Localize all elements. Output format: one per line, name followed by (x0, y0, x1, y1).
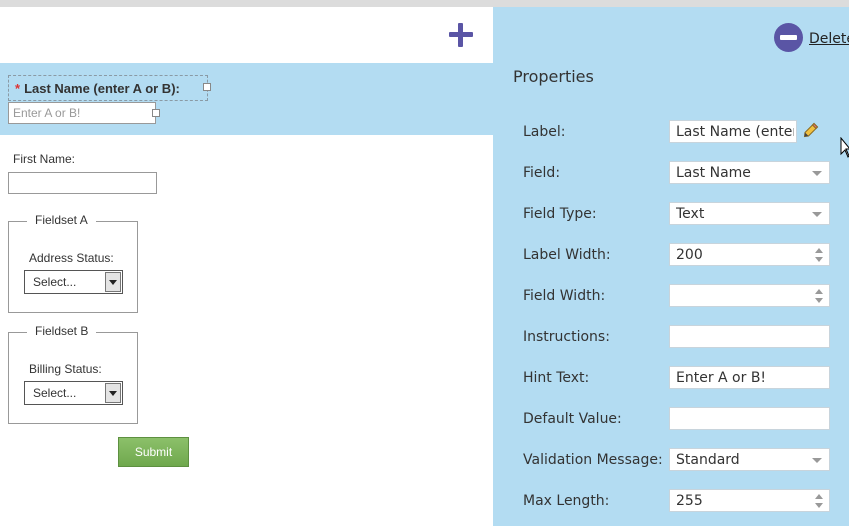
spin-down-icon[interactable] (815, 257, 823, 262)
prop-label: Field Width: (523, 288, 606, 304)
selected-field-row[interactable]: * Last Name (enter A or B): (0, 63, 493, 135)
panel-title: Properties (513, 67, 594, 86)
prop-row-field: Field: Last Name (493, 161, 849, 185)
delete-link[interactable]: Delete (809, 31, 849, 47)
spin-up-icon[interactable] (815, 289, 823, 294)
chevron-down-icon[interactable] (812, 212, 822, 217)
address-status-value: Select... (33, 275, 77, 289)
address-status-label: Address Status: (29, 251, 114, 265)
max-length-spinner[interactable]: 255 (669, 489, 830, 512)
mouse-cursor-icon (840, 137, 849, 158)
last-name-label-text: Last Name (enter A or B): (24, 81, 180, 96)
prop-row-instructions: Instructions: (493, 325, 849, 349)
field-select[interactable]: Last Name (669, 161, 830, 184)
chevron-down-icon[interactable] (812, 458, 822, 463)
last-name-label: * Last Name (enter A or B): (15, 81, 180, 96)
field-width-spinner[interactable] (669, 284, 830, 307)
resize-handle[interactable] (203, 83, 211, 91)
prop-label: Instructions: (523, 329, 610, 345)
billing-status-value: Select... (33, 386, 77, 400)
default-value-input[interactable] (669, 407, 830, 430)
validation-message-select[interactable]: Standard (669, 448, 830, 471)
top-strip (0, 0, 849, 7)
label-width-spinner[interactable]: 200 (669, 243, 830, 266)
spin-up-icon[interactable] (815, 248, 823, 253)
label-input[interactable]: Last Name (enter A or B): (669, 120, 797, 143)
chevron-down-icon[interactable] (105, 272, 121, 292)
prop-value: Last Name (enter A or B): (676, 124, 794, 140)
spin-up-icon[interactable] (815, 494, 823, 499)
prop-row-validation-message: Validation Message: Standard (493, 448, 849, 472)
fieldset-a-legend: Fieldset A (27, 213, 96, 227)
minus-circle-icon[interactable] (774, 23, 803, 52)
prop-row-field-width: Field Width: (493, 284, 849, 308)
chevron-down-icon[interactable] (105, 383, 121, 403)
properties-panel: Delete Properties Label: Last Name (ente… (493, 7, 849, 526)
billing-status-label: Billing Status: (29, 362, 102, 376)
fieldset-a[interactable]: Fieldset A Address Status: Select... (8, 213, 138, 313)
prop-label: Validation Message: (523, 452, 663, 468)
chevron-down-icon[interactable] (812, 171, 822, 176)
prop-label: Field: (523, 165, 561, 181)
billing-status-select[interactable]: Select... (24, 381, 123, 405)
first-name-input[interactable] (8, 172, 157, 194)
input-resize-handle[interactable] (152, 109, 160, 117)
fieldset-b[interactable]: Fieldset B Billing Status: Select... (8, 324, 138, 424)
prop-row-field-type: Field Type: Text (493, 202, 849, 226)
last-name-input[interactable] (8, 102, 156, 124)
spin-down-icon[interactable] (815, 503, 823, 508)
hint-text-input[interactable]: Enter A or B! (669, 366, 830, 389)
prop-value: Text (676, 206, 705, 222)
last-name-label-box[interactable]: * Last Name (enter A or B): (8, 75, 211, 101)
first-name-label: First Name: (13, 152, 76, 166)
field-type-select[interactable]: Text (669, 202, 830, 225)
fieldset-b-legend: Fieldset B (27, 324, 97, 338)
form-canvas: *Last Name (enter A or B): First Name: F… (0, 7, 493, 526)
prop-row-default-value: Default Value: (493, 407, 849, 431)
submit-button[interactable]: Submit (118, 437, 189, 467)
prop-row-hint-text: Hint Text: Enter A or B! (493, 366, 849, 390)
prop-label: Hint Text: (523, 370, 590, 386)
address-status-select[interactable]: Select... (24, 270, 123, 294)
prop-label: Label Width: (523, 247, 611, 263)
instructions-input[interactable] (669, 325, 830, 348)
prop-row-label: Label: Last Name (enter A or B): (493, 120, 849, 144)
prop-label: Default Value: (523, 411, 622, 427)
prop-row-max-length: Max Length: 255 (493, 489, 849, 513)
required-marker: * (15, 81, 21, 96)
prop-value: 200 (676, 247, 703, 263)
prop-value: Enter A or B! (676, 370, 767, 386)
prop-value: Standard (676, 452, 740, 468)
plus-icon[interactable] (446, 20, 476, 50)
prop-label: Max Length: (523, 493, 610, 509)
prop-row-label-width: Label Width: 200 (493, 243, 849, 267)
prop-value: 255 (676, 493, 703, 509)
prop-label: Field Type: (523, 206, 597, 222)
spin-down-icon[interactable] (815, 298, 823, 303)
prop-value: Last Name (676, 165, 751, 181)
prop-label: Label: (523, 124, 566, 140)
pencil-icon[interactable] (803, 122, 819, 138)
